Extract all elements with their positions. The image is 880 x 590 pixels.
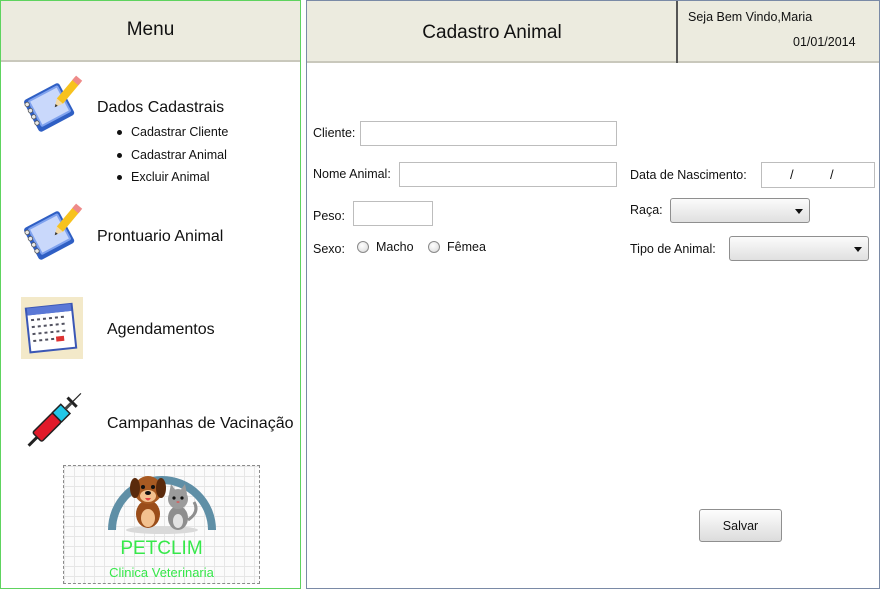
logo-name: PETCLIM [120, 538, 203, 559]
sexo-femea-label: Fêmea [447, 240, 486, 254]
pets-logo-icon [108, 476, 216, 534]
menu-header: Menu [1, 1, 300, 62]
menu-panel: Menu Dados Cadastrais Cadastrar Cliente … [0, 0, 301, 589]
menu-item-dados-cadastrais[interactable]: Dados Cadastrais [1, 71, 300, 132]
raca-select[interactable] [670, 198, 810, 223]
menu-item-label: Dados Cadastrais [97, 99, 225, 116]
clinic-logo: PETCLIM Clinica Veterinaria [63, 465, 260, 584]
notebook-pencil-icon [24, 75, 83, 132]
data-nascimento-input[interactable]: / / [761, 162, 875, 188]
submenu-list: Cadastrar Cliente Cadastrar Animal Exclu… [117, 125, 228, 193]
tipo-animal-label: Tipo de Animal: [630, 242, 716, 256]
menu-item-label: Campanhas de Vacinação [107, 415, 294, 432]
chevron-down-icon [854, 247, 862, 252]
notebook-pencil-icon [24, 203, 83, 260]
main-header: Cadastro Animal Seja Bem Vindo,Maria 01/… [307, 1, 879, 63]
menu-item-campanhas-vacinacao[interactable]: Campanhas de Vacinação [1, 389, 300, 455]
header-divider [676, 1, 678, 63]
cliente-label: Cliente: [313, 126, 356, 140]
submenu-item-cadastrar-animal[interactable]: Cadastrar Animal [117, 148, 228, 171]
sexo-macho-radio[interactable] [357, 241, 369, 253]
calendar-icon [21, 297, 83, 359]
raca-label: Raça: [630, 203, 663, 217]
save-button[interactable]: Salvar [699, 509, 782, 542]
date-separator: / [790, 167, 794, 182]
submenu-item-cadastrar-cliente[interactable]: Cadastrar Cliente [117, 125, 228, 148]
data-nascimento-label: Data de Nascimento: [630, 168, 747, 182]
chevron-down-icon [795, 209, 803, 214]
menu-item-agendamentos[interactable]: Agendamentos [1, 295, 300, 361]
menu-item-prontuario-animal[interactable]: Prontuario Animal [1, 201, 300, 269]
nome-animal-input[interactable] [399, 162, 617, 187]
sexo-femea-radio[interactable] [428, 241, 440, 253]
syringe-icon [27, 392, 82, 447]
submenu-item-excluir-animal[interactable]: Excluir Animal [117, 170, 228, 193]
cliente-input[interactable] [360, 121, 617, 146]
page-title: Cadastro Animal [422, 22, 562, 43]
menu-item-label: Agendamentos [107, 321, 215, 338]
peso-input[interactable] [353, 201, 433, 226]
peso-label: Peso: [313, 209, 345, 223]
tipo-animal-select[interactable] [729, 236, 869, 261]
sexo-label: Sexo: [313, 242, 345, 256]
menu-item-label: Prontuario Animal [97, 228, 224, 245]
welcome-text: Seja Bem Vindo,Maria [688, 10, 813, 24]
nome-animal-label: Nome Animal: [313, 167, 391, 181]
menu-title: Menu [126, 19, 175, 40]
current-date: 01/01/2014 [793, 35, 856, 49]
sexo-macho-label: Macho [376, 240, 414, 254]
main-panel: Cadastro Animal Seja Bem Vindo,Maria 01/… [306, 0, 880, 589]
date-separator: / [830, 167, 834, 182]
logo-subtitle: Clinica Veterinaria [109, 565, 214, 580]
